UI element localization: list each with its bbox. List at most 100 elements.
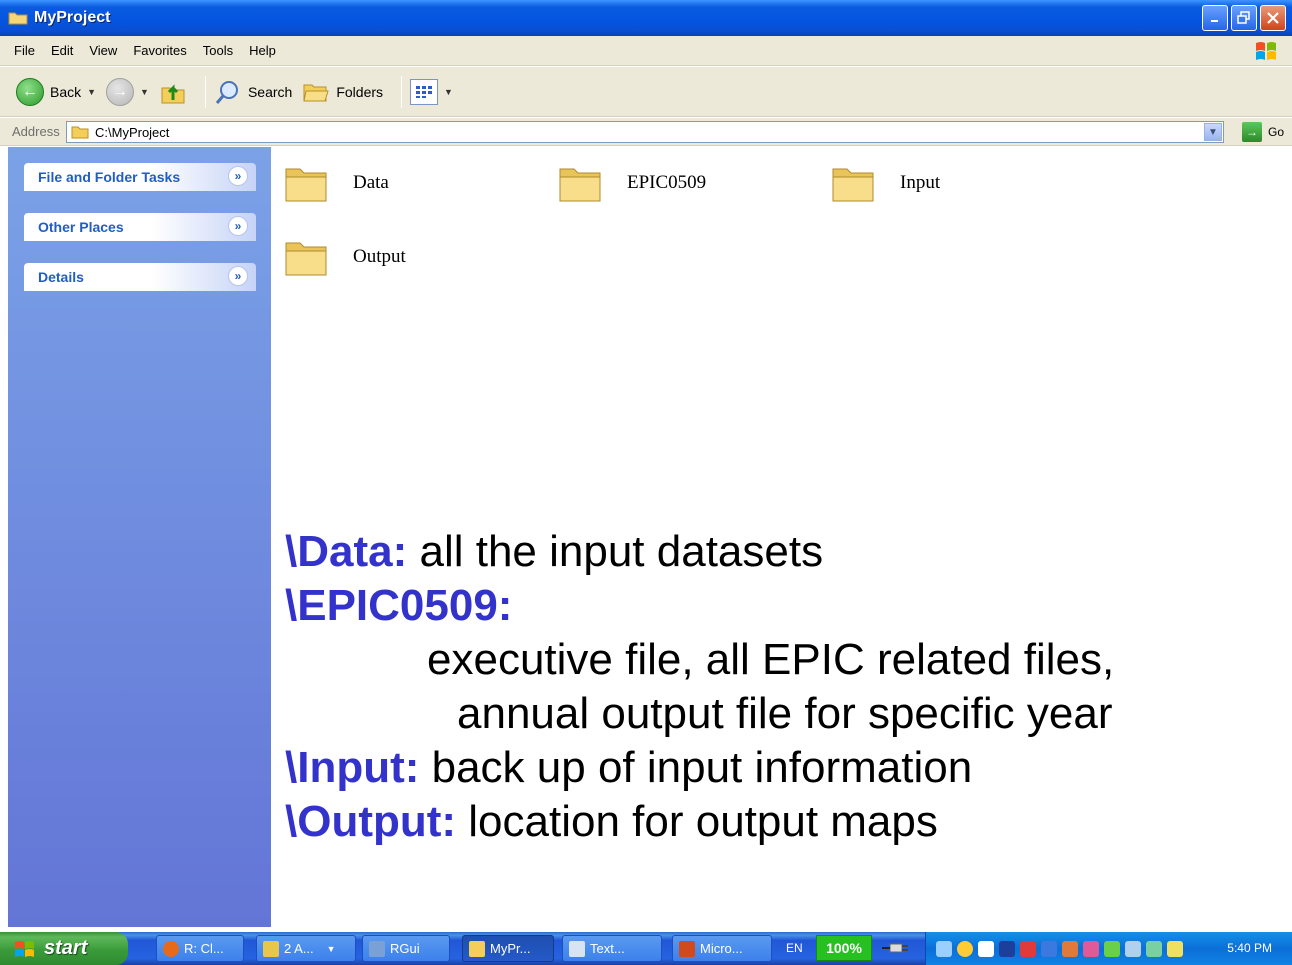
folder-icon (469, 940, 485, 957)
folder-item-input[interactable]: Input (830, 161, 940, 205)
network-icon[interactable] (978, 940, 994, 957)
r-icon (369, 940, 385, 957)
taskbar-button-group[interactable]: 2 A... ▼ (256, 935, 356, 962)
taskbar-button-label: RGui (390, 941, 420, 956)
note-text: all the input datasets (407, 527, 824, 576)
chevron-down-icon[interactable]: » (228, 166, 248, 186)
forward-dropdown-icon[interactable]: ▼ (140, 87, 149, 97)
volume-icon[interactable] (936, 940, 952, 957)
address-label: Address (12, 124, 60, 139)
folders-icon (303, 84, 330, 101)
task-group-label: File and Folder Tasks (38, 169, 181, 185)
menu-bar: File Edit View Favorites Tools Help (0, 36, 1292, 66)
taskbar-button-label: Micro... (700, 941, 743, 956)
taskbar-button-powerpoint[interactable]: Micro... (672, 935, 772, 962)
folder-item-output[interactable]: Output (283, 235, 406, 279)
folder-name: Input (900, 172, 941, 193)
clock[interactable]: 5:40 PM (1227, 941, 1272, 955)
start-button[interactable]: start (0, 932, 128, 965)
folder-icon (8, 11, 28, 25)
taskbar-button-myproject[interactable]: MyPr... (462, 935, 554, 962)
windows-logo-icon (1254, 40, 1278, 62)
menu-view[interactable]: View (81, 43, 125, 58)
go-arrow-icon: → (1241, 122, 1262, 142)
update-icon[interactable] (1062, 940, 1078, 957)
zoom-indicator[interactable]: 100% (816, 935, 872, 961)
back-dropdown-icon[interactable]: ▼ (87, 87, 96, 97)
task-group-label: Other Places (38, 219, 124, 235)
taskbar-button-firefox[interactable]: R: Cl... (156, 935, 244, 962)
toolbar-separator (204, 75, 206, 108)
safely-remove-icon[interactable] (1146, 940, 1162, 957)
folder-name: Data (353, 172, 389, 193)
display-icon[interactable] (1125, 940, 1141, 957)
views-dropdown-icon[interactable]: ▼ (444, 87, 453, 97)
windows-logo-icon (15, 940, 34, 957)
firefox-icon (163, 940, 179, 957)
close-icon (1267, 12, 1279, 24)
file-and-folder-tasks-header[interactable]: File and Folder Tasks » (24, 163, 256, 191)
taskbar-button-label: 2 A... (284, 941, 314, 956)
menu-favorites[interactable]: Favorites (125, 43, 194, 58)
go-label: Go (1267, 125, 1284, 139)
search-label: Search (247, 83, 293, 100)
folder-item-data[interactable]: Data (283, 161, 389, 205)
task-pane: File and Folder Tasks » Other Places » D… (8, 147, 271, 927)
toolbar: ← Back ▼ → ▼ Search Folders ▼ (0, 67, 1292, 117)
note-key: \EPIC0509: (285, 581, 513, 630)
window-title: MyProject (34, 9, 111, 26)
folder-icon (559, 168, 601, 202)
chevron-down-icon[interactable]: » (228, 216, 248, 236)
views-button[interactable]: ▼ (410, 78, 453, 105)
address-value: C:\MyProject (95, 124, 170, 140)
note-epic-line1: executive file, all EPIC related files, (427, 635, 1115, 684)
system-tray: 5:40 PM (925, 932, 1292, 965)
folders-button[interactable]: Folders (302, 79, 383, 105)
taskbar-button-textpad[interactable]: Text... (562, 935, 662, 962)
note-epic-line2: annual output file for specific year (457, 689, 1113, 738)
details-header[interactable]: Details » (24, 263, 256, 291)
taskbar: start R: Cl... 2 A... ▼ RGui MyPr... Tex… (0, 932, 1292, 965)
folder-icon (832, 168, 874, 202)
language-indicator[interactable]: EN (786, 941, 803, 955)
other-places-header[interactable]: Other Places » (24, 213, 256, 241)
menu-tools[interactable]: Tools (195, 43, 241, 58)
start-label: start (44, 937, 88, 959)
address-input[interactable]: C:\MyProject ▼ (66, 121, 1224, 143)
minimize-button[interactable] (1202, 5, 1228, 31)
messenger-icon[interactable] (1083, 940, 1099, 957)
up-folder-icon (161, 83, 185, 103)
media-player-icon[interactable] (999, 940, 1015, 957)
chevron-down-icon[interactable]: » (228, 266, 248, 286)
address-dropdown-icon[interactable]: ▼ (1204, 123, 1222, 141)
address-bar: Address C:\MyProject ▼ → Go (0, 118, 1292, 146)
sync-icon[interactable] (1041, 940, 1057, 957)
text-editor-icon (569, 940, 585, 957)
taskbar-button-label: Text... (590, 941, 625, 956)
power-plug-icon[interactable] (880, 940, 910, 956)
forward-button[interactable]: → ▼ (106, 77, 149, 106)
go-button[interactable]: → Go (1241, 122, 1284, 142)
menu-help[interactable]: Help (241, 43, 284, 58)
folder-icon (71, 126, 89, 139)
search-icon (215, 80, 238, 104)
folder-name: EPIC0509 (627, 172, 707, 193)
battery-icon[interactable] (1104, 940, 1120, 957)
search-button[interactable]: Search (214, 78, 292, 106)
security-shield-icon[interactable] (957, 940, 973, 957)
folder-item-epic0509[interactable]: EPIC0509 (557, 161, 706, 205)
connection-icon[interactable] (1167, 940, 1183, 957)
up-button[interactable] (159, 78, 187, 106)
restore-button[interactable] (1231, 5, 1257, 31)
menu-edit[interactable]: Edit (43, 43, 81, 58)
back-button[interactable]: ← Back ▼ (16, 77, 96, 106)
antivirus-icon[interactable] (1020, 940, 1036, 957)
folder-name: Output (353, 246, 406, 267)
restore-icon (1237, 11, 1250, 24)
folders-label: Folders (336, 83, 384, 100)
title-bar[interactable]: MyProject (0, 0, 1292, 36)
menu-file[interactable]: File (6, 43, 43, 58)
powerpoint-icon (679, 940, 695, 957)
taskbar-button-rgui[interactable]: RGui (362, 935, 450, 962)
close-button[interactable] (1260, 5, 1286, 31)
